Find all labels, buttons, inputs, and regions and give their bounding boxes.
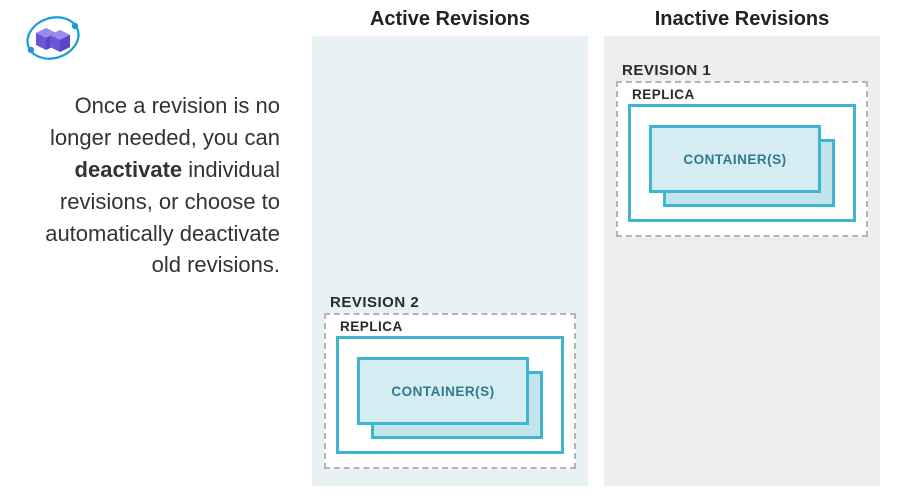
revision-1-label: REVISION 1 xyxy=(622,62,868,79)
revision-1-container-stack: CONTAINER(S) xyxy=(649,125,821,193)
container-card-front: CONTAINER(S) xyxy=(649,125,821,193)
revision-2-container-label: CONTAINER(S) xyxy=(391,384,494,399)
revision-1-group: REVISION 1 REPLICA CONTAINER(S) xyxy=(616,62,868,237)
container-apps-logo-icon xyxy=(23,14,83,62)
revision-2-label: REVISION 2 xyxy=(330,294,576,311)
revision-2-replica-box: CONTAINER(S) xyxy=(336,336,564,454)
description-bold: deactivate xyxy=(75,157,183,182)
revision-2-container-stack: CONTAINER(S) xyxy=(357,357,529,425)
description-text: Once a revision is no longer needed, you… xyxy=(10,90,280,281)
active-revisions-column: Active Revisions REVISION 2 REPLICA CONT… xyxy=(312,36,588,486)
revision-2-group: REVISION 2 REPLICA CONTAINER(S) xyxy=(324,294,576,469)
inactive-column-title: Inactive Revisions xyxy=(604,8,880,31)
description-pre: Once a revision is no longer needed, you… xyxy=(50,93,280,150)
container-card-front: CONTAINER(S) xyxy=(357,357,529,425)
active-column-title: Active Revisions xyxy=(312,8,588,31)
revision-1-box: REPLICA CONTAINER(S) xyxy=(616,81,868,237)
revision-2-replica-label: REPLICA xyxy=(340,319,564,334)
revision-1-replica-label: REPLICA xyxy=(632,87,856,102)
inactive-revisions-column: Inactive Revisions REVISION 1 REPLICA CO… xyxy=(604,36,880,486)
revision-1-container-label: CONTAINER(S) xyxy=(683,152,786,167)
revision-2-box: REPLICA CONTAINER(S) xyxy=(324,313,576,469)
revision-1-replica-box: CONTAINER(S) xyxy=(628,104,856,222)
